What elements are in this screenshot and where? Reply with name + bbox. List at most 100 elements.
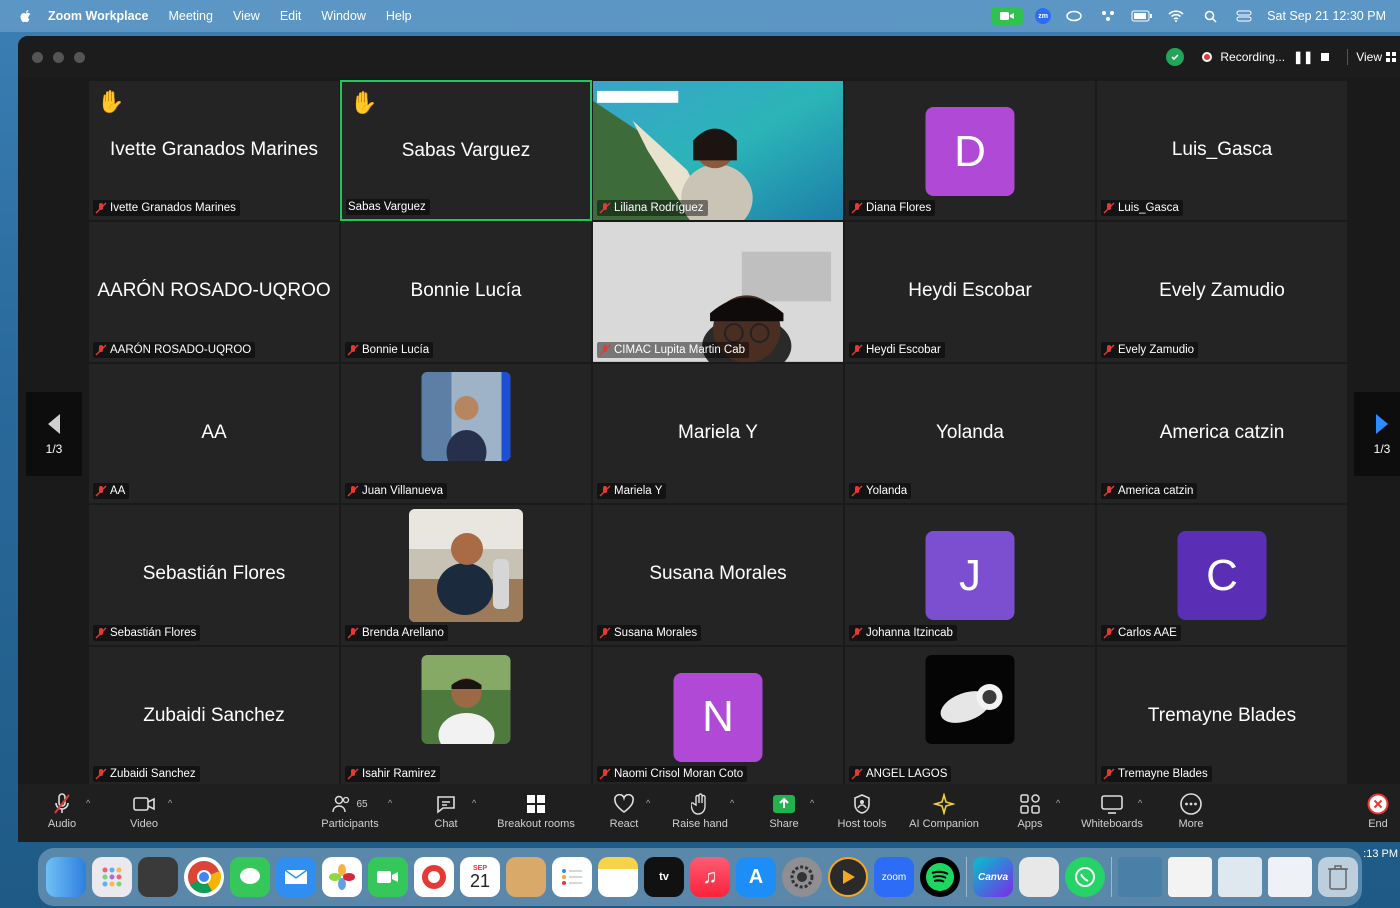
notes-icon[interactable]	[598, 857, 638, 897]
security-shield-icon[interactable]	[1166, 48, 1185, 66]
close-window-button[interactable]	[32, 51, 43, 63]
participant-tile[interactable]: J Johanna Itzincab	[844, 504, 1096, 646]
participant-tile[interactable]: Mariela Y Mariela Y	[592, 362, 844, 505]
zoom-app-icon[interactable]: zoom	[874, 857, 914, 897]
participant-tile[interactable]: America catzin America catzin	[1096, 362, 1348, 505]
raise-hand-button[interactable]: Raise hand	[670, 790, 730, 830]
finder-icon[interactable]	[46, 857, 86, 897]
next-page-button[interactable]: 1/3	[1354, 392, 1400, 476]
zoom-menu-extra-icon[interactable]: zm	[1035, 8, 1052, 24]
recent-window-thumbnail[interactable]	[1218, 857, 1262, 897]
participant-tile[interactable]: Luis_Gasca Luis_Gasca	[1096, 80, 1348, 222]
mail-icon[interactable]	[276, 857, 316, 897]
participant-tile[interactable]: ✋ Ivette Granados Marines Ivette Granado…	[88, 80, 340, 222]
bluetooth-connections-icon[interactable]	[1097, 7, 1119, 25]
participant-tile[interactable]: AA AA	[88, 362, 340, 505]
menu-meeting[interactable]: Meeting	[168, 9, 212, 23]
participant-tile[interactable]: Brenda Arellano	[340, 504, 592, 646]
facetime-icon[interactable]	[368, 857, 408, 897]
pause-recording-icon[interactable]: ❚❚	[1293, 50, 1313, 64]
participant-tile[interactable]: Evely Zamudio Evely Zamudio	[1096, 221, 1348, 363]
spotlight-search-icon[interactable]	[1199, 7, 1221, 25]
launchpad-icon[interactable]	[92, 857, 132, 897]
video-button[interactable]: Video	[126, 790, 162, 830]
menu-help[interactable]: Help	[386, 9, 412, 23]
contacts-icon[interactable]	[506, 857, 546, 897]
apple-tv-icon[interactable]: tv	[644, 857, 684, 897]
participants-button[interactable]: 65 Participants	[316, 790, 384, 830]
participant-tile[interactable]: Sebastián Flores Sebastián Flores	[88, 504, 340, 646]
canva-icon[interactable]: Canva	[973, 857, 1013, 897]
react-button[interactable]: React	[606, 790, 642, 830]
end-meeting-button[interactable]: End	[1364, 790, 1392, 830]
more-button[interactable]: More	[1176, 790, 1206, 830]
participant-tile[interactable]: Zubaidi Sanchez Zubaidi Sanchez	[88, 645, 340, 787]
participant-tile-active-speaker[interactable]: ✋ Sabas Varguez Sabas Varguez	[340, 80, 592, 222]
video-options-chevron-icon[interactable]: ^	[168, 798, 172, 808]
participants-options-chevron-icon[interactable]: ^	[388, 798, 392, 808]
menu-view[interactable]: View	[233, 9, 260, 23]
audio-options-chevron-icon[interactable]: ^	[86, 798, 90, 808]
apple-logo-icon[interactable]	[18, 8, 34, 24]
minimize-window-button[interactable]	[53, 51, 64, 63]
chat-options-chevron-icon[interactable]: ^	[472, 798, 476, 808]
control-center-icon[interactable]	[1233, 7, 1255, 25]
preview-icon[interactable]	[1019, 857, 1059, 897]
participant-tile[interactable]: D Diana Flores	[844, 80, 1096, 222]
host-tools-button[interactable]: Host tools	[834, 790, 890, 830]
messages-icon[interactable]	[230, 857, 270, 897]
audio-button[interactable]: Audio	[42, 790, 82, 830]
recent-window-thumbnail[interactable]	[1268, 857, 1312, 897]
reminders-icon[interactable]	[552, 857, 592, 897]
apps-button[interactable]: Apps	[1016, 790, 1044, 830]
recent-window-thumbnail[interactable]	[1118, 857, 1162, 897]
zoom-video-status-icon[interactable]	[991, 7, 1024, 25]
participant-tile[interactable]: Tremayne Blades Tremayne Blades	[1096, 645, 1348, 787]
music-icon[interactable]: ♫	[690, 857, 730, 897]
menubar-datetime[interactable]: Sat Sep 21 12:30 PM	[1267, 9, 1386, 23]
infuse-player-icon[interactable]	[828, 857, 868, 897]
wifi-icon[interactable]	[1165, 7, 1187, 25]
raise-hand-options-chevron-icon[interactable]: ^	[730, 798, 734, 808]
whiteboards-options-chevron-icon[interactable]: ^	[1138, 798, 1142, 808]
share-options-chevron-icon[interactable]: ^	[810, 798, 814, 808]
participant-tile[interactable]: Bonnie Lucía Bonnie Lucía	[340, 221, 592, 363]
share-button[interactable]: Share	[766, 790, 802, 830]
photo-booth-icon[interactable]	[138, 857, 178, 897]
participant-tile[interactable]: Isahir Ramirez	[340, 645, 592, 787]
participant-tile-video[interactable]: Liliana Rodríguez	[592, 80, 844, 222]
participant-tile[interactable]: ANGEL LAGOS	[844, 645, 1096, 787]
participant-tile[interactable]: Susana Morales Susana Morales	[592, 504, 844, 646]
stop-recording-icon[interactable]	[1321, 53, 1330, 61]
apps-options-chevron-icon[interactable]: ^	[1056, 798, 1060, 808]
creative-cloud-icon[interactable]	[1063, 7, 1085, 25]
whatsapp-icon[interactable]	[1065, 857, 1105, 897]
react-options-chevron-icon[interactable]: ^	[646, 798, 650, 808]
whiteboards-button[interactable]: Whiteboards	[1078, 790, 1146, 830]
chrome-icon[interactable]	[184, 857, 224, 897]
participant-tile[interactable]: Yolanda Yolanda	[844, 362, 1096, 505]
participant-tile-video[interactable]: CIMAC Lupita Martin Cab	[592, 221, 844, 363]
participant-tile[interactable]: N Naomi Crisol Moran Coto	[592, 645, 844, 787]
photos-icon[interactable]	[322, 857, 362, 897]
ai-companion-button[interactable]: AI Companion	[906, 790, 982, 830]
cast-app-icon[interactable]	[414, 857, 454, 897]
battery-icon[interactable]	[1131, 7, 1153, 25]
participant-tile[interactable]: C Carlos AAE	[1096, 504, 1348, 646]
fullscreen-window-button[interactable]	[74, 51, 85, 63]
menu-edit[interactable]: Edit	[280, 9, 302, 23]
participant-tile[interactable]: Juan Villanueva	[340, 362, 592, 505]
previous-page-button[interactable]: 1/3	[26, 392, 82, 476]
recording-indicator[interactable]: Recording... ❚❚	[1192, 50, 1339, 64]
menu-window[interactable]: Window	[321, 9, 365, 23]
breakout-rooms-button[interactable]: Breakout rooms	[494, 790, 578, 830]
calendar-icon[interactable]: SEP 21	[460, 857, 500, 897]
system-settings-icon[interactable]	[782, 857, 822, 897]
view-button[interactable]: View	[1356, 50, 1396, 64]
spotify-icon[interactable]	[920, 857, 960, 897]
recent-window-thumbnail[interactable]	[1168, 857, 1212, 897]
participant-tile[interactable]: Heydi Escobar Heydi Escobar	[844, 221, 1096, 363]
app-menu-zoom[interactable]: Zoom Workplace	[48, 9, 148, 23]
participant-tile[interactable]: AARÓN ROSADO-UQROO AARÓN ROSADO-UQROO	[88, 221, 340, 363]
chat-button[interactable]: Chat	[430, 790, 462, 830]
